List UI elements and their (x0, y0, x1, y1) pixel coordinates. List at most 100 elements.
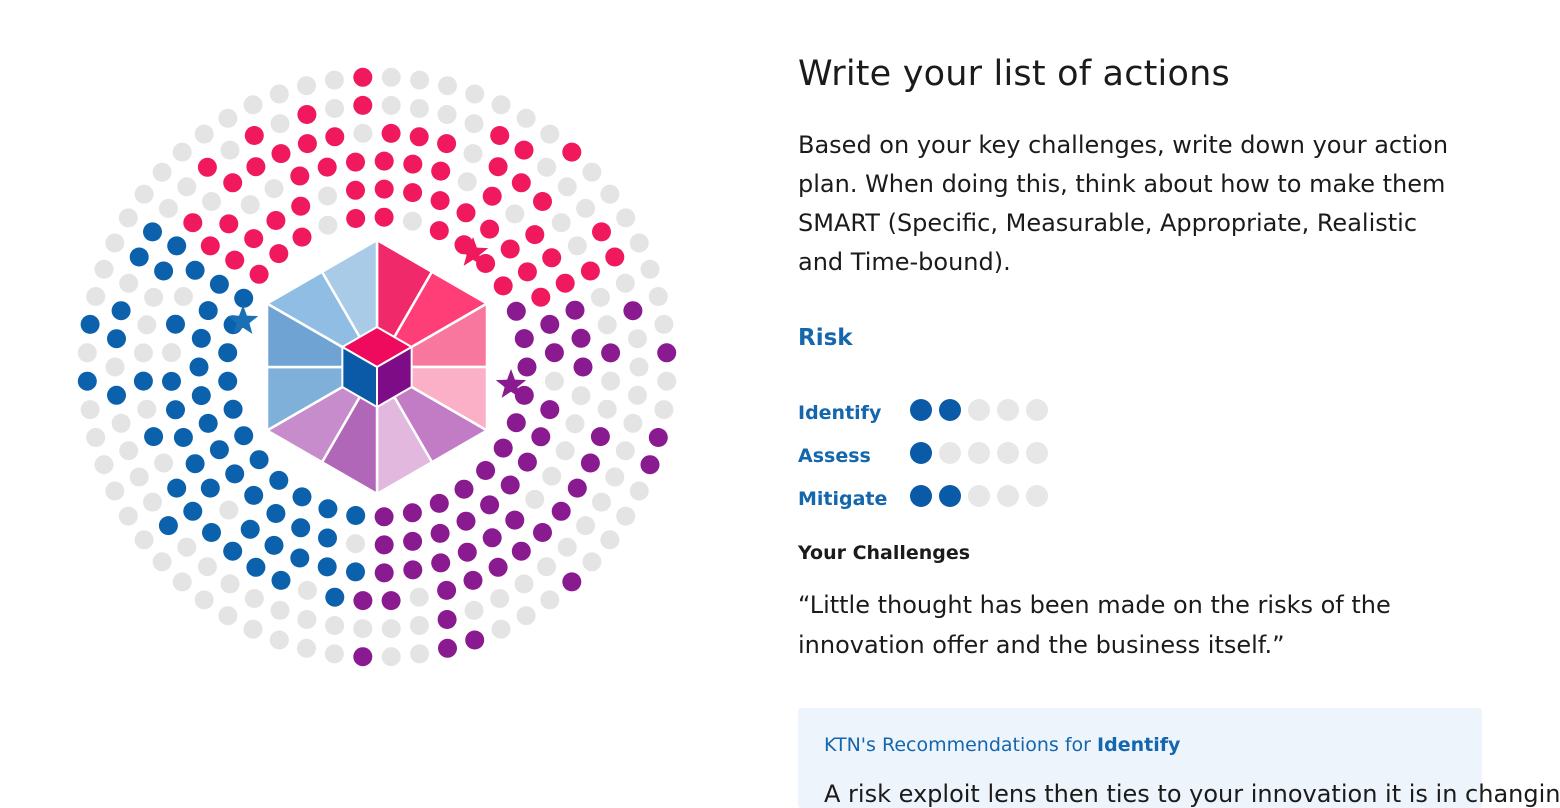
empty-dot (490, 589, 510, 608)
empty-dot (402, 211, 422, 231)
empty-dot (615, 273, 635, 293)
empty-dot (264, 179, 284, 199)
empty-dot (194, 590, 214, 610)
pink-dot (290, 166, 310, 186)
pink-dot (500, 239, 520, 259)
purple-dot (482, 528, 502, 548)
empty-dot (542, 466, 562, 486)
rating-dot-filled (939, 484, 961, 507)
empty-dot (537, 157, 557, 177)
empty-dot (325, 99, 345, 118)
blue-dot (223, 541, 243, 561)
blue-dot (292, 487, 312, 507)
rating-dots (910, 441, 1048, 464)
content-panel: Write your list of actions Based on your… (798, 50, 1488, 665)
empty-dot (80, 400, 100, 420)
empty-dot (194, 124, 214, 144)
blue-dot (173, 428, 193, 447)
empty-dot (409, 99, 429, 118)
blue-dot (154, 261, 174, 281)
empty-dot (381, 647, 401, 667)
purple-dot (457, 542, 477, 562)
empty-dot (464, 114, 484, 134)
blue-dot (167, 236, 187, 256)
risk-heading: Risk (798, 325, 853, 351)
empty-dot (409, 616, 429, 635)
risk-row-identify: Identify (798, 388, 1488, 431)
empty-dot (243, 619, 263, 639)
pink-dot (490, 126, 510, 145)
pink-dot (431, 161, 451, 181)
rating-dot-empty (968, 441, 990, 464)
purple-dot (437, 580, 457, 600)
pink-dot (533, 192, 552, 211)
empty-dot (410, 70, 430, 90)
blue-dot (191, 386, 211, 406)
blue-dot (225, 464, 245, 484)
pink-dot (197, 157, 217, 177)
pink-dot (317, 157, 337, 177)
purple-dot (562, 572, 582, 592)
blue-dot (162, 371, 181, 391)
empty-dot (297, 610, 317, 629)
blue-dot (183, 501, 203, 521)
empty-dot (118, 506, 138, 526)
pink-dot (353, 95, 373, 115)
purple-dot (437, 610, 457, 629)
pink-dot (374, 207, 394, 227)
empty-dot (465, 84, 485, 104)
blue-dot (209, 274, 229, 294)
blue-dot (166, 314, 185, 334)
empty-dot (597, 399, 617, 419)
blue-dot (318, 528, 337, 548)
rating-dot-empty (968, 398, 990, 421)
empty-dot (324, 644, 344, 664)
empty-dot (240, 195, 260, 215)
rating-dot-empty (968, 484, 990, 507)
empty-dot (220, 574, 240, 594)
blue-dot (223, 399, 243, 419)
empty-dot (557, 177, 577, 197)
purple-dot (353, 647, 373, 667)
pink-dot (409, 127, 429, 147)
purple-dot (601, 343, 621, 363)
blue-dot (198, 301, 218, 321)
pink-dot (346, 180, 365, 200)
empty-dot (134, 184, 154, 204)
blue-dot (244, 485, 264, 505)
empty-dot (269, 630, 289, 650)
empty-dot (516, 606, 536, 626)
pink-dot (346, 152, 365, 172)
purple-dot (480, 495, 500, 515)
empty-dot (381, 619, 401, 639)
blue-dot (318, 499, 338, 519)
rating-dot-filled (910, 441, 932, 464)
empty-dot (177, 537, 197, 557)
blue-dot (271, 570, 291, 590)
purple-dot (517, 357, 537, 377)
risk-row-label: Assess (798, 445, 871, 467)
pink-dot (403, 183, 423, 203)
blue-dot (317, 557, 337, 577)
purple-dot (540, 314, 560, 334)
blue-dot (200, 478, 220, 498)
pink-dot (493, 276, 513, 296)
recommendations-title: KTN's Recommendations for Identify (824, 734, 1180, 756)
purple-dot (493, 438, 513, 458)
purple-dot (403, 531, 423, 551)
empty-dot (318, 215, 338, 235)
pink-dot (580, 261, 600, 281)
pink-dot (346, 209, 366, 228)
empty-dot (648, 287, 668, 306)
pink-dot (480, 219, 500, 239)
empty-dot (540, 124, 560, 144)
pink-dot (246, 157, 266, 177)
empty-dot (576, 198, 596, 218)
risk-row-label: Identify (798, 402, 882, 424)
pink-dot (456, 203, 476, 223)
empty-dot (537, 557, 557, 577)
purple-dot (374, 535, 394, 555)
pink-dot (297, 134, 317, 154)
pink-dot (381, 123, 401, 143)
pink-dot (555, 273, 575, 293)
